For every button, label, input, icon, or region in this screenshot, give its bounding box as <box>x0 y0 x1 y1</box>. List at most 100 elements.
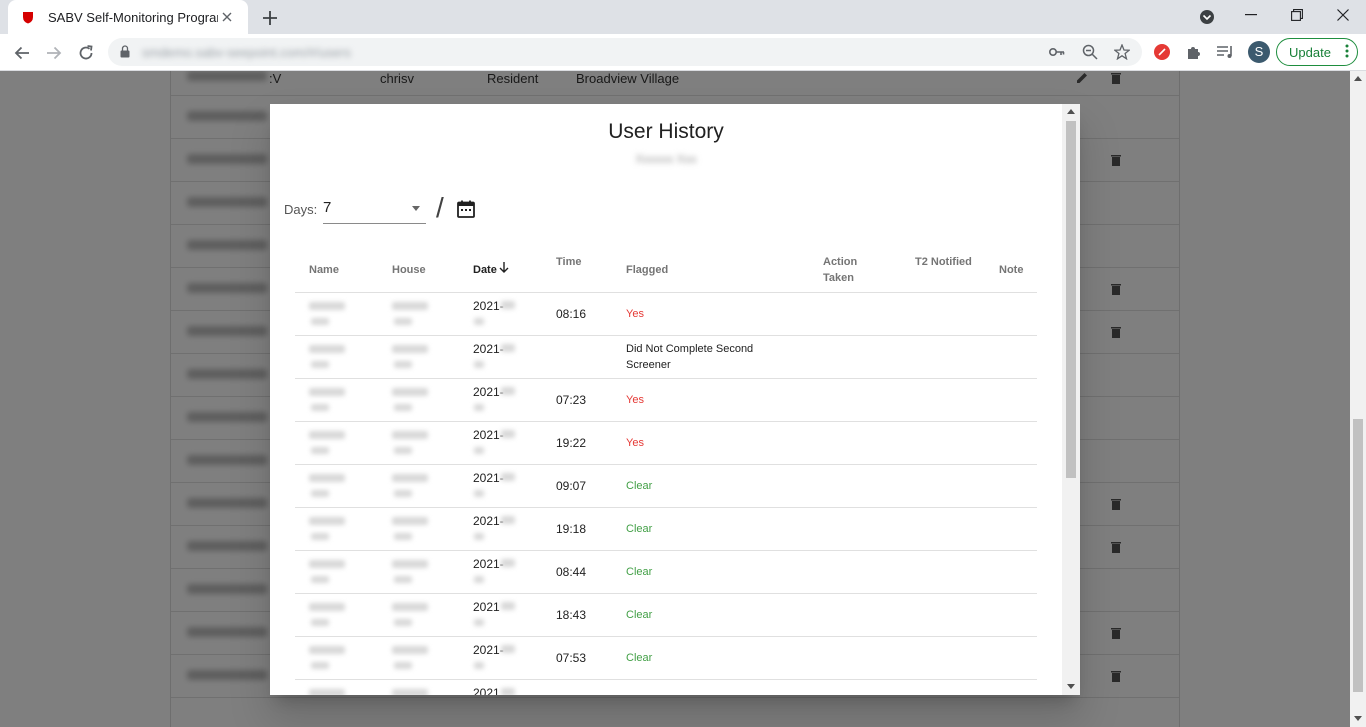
zoom-out-icon[interactable] <box>1081 43 1099 61</box>
row-date: 2021- <box>473 385 504 399</box>
browser-toolbar: smdemo.sabv-seepoint.com/#/users S Updat… <box>0 34 1366 71</box>
blurred-date <box>501 516 515 524</box>
extension-red-icon[interactable] <box>1151 41 1173 63</box>
dialog-title: User History <box>608 120 724 143</box>
days-select[interactable]: 7 <box>323 194 426 224</box>
page-scrollbar[interactable] <box>1350 71 1366 727</box>
blurred-house <box>392 431 428 439</box>
blurred-house <box>394 662 412 669</box>
column-header-note[interactable]: Note <box>999 262 1023 278</box>
blurred-date <box>501 559 515 567</box>
row-time: 07:53 <box>556 651 587 665</box>
blurred-house <box>392 517 428 525</box>
lock-icon[interactable] <box>120 45 130 63</box>
blurred-date <box>474 662 484 669</box>
column-header-t2-notified[interactable]: T2 Notified <box>915 254 975 270</box>
blurred-date <box>501 387 515 395</box>
sort-arrow-down-icon[interactable] <box>499 262 509 278</box>
scroll-down-icon[interactable] <box>1354 716 1362 721</box>
minimize-icon[interactable] <box>1228 0 1274 30</box>
blurred-date <box>501 430 515 438</box>
scroll-up-icon[interactable] <box>1067 109 1075 114</box>
bookmark-star-icon[interactable] <box>1113 43 1131 61</box>
row-flagged-status: Yes <box>626 394 644 406</box>
row-time: 08:16 <box>556 307 587 321</box>
blurred-house <box>394 361 412 368</box>
page-scroll-thumb[interactable] <box>1353 419 1363 692</box>
blurred-date <box>474 619 484 626</box>
row-date: 2021- <box>473 299 504 313</box>
back-icon[interactable] <box>9 40 35 66</box>
blurred-name <box>311 490 329 497</box>
blurred-name <box>309 689 345 695</box>
tab-close-icon[interactable] <box>218 9 236 25</box>
profile-avatar[interactable]: S <box>1248 41 1270 63</box>
extensions-puzzle-icon[interactable] <box>1183 41 1205 63</box>
more-vertical-icon[interactable] <box>1345 44 1349 61</box>
blurred-date <box>501 473 515 481</box>
restore-icon[interactable] <box>1274 0 1320 30</box>
row-time: 09:07 <box>556 479 587 493</box>
forward-icon[interactable] <box>41 40 67 66</box>
row-time: 19:18 <box>556 522 587 536</box>
reload-icon[interactable] <box>73 40 99 66</box>
row-date: 2021- <box>473 643 504 657</box>
row-flagged-status: Did Not Complete Second Screener <box>626 343 754 371</box>
blurred-name <box>309 388 345 396</box>
window-close-icon[interactable] <box>1320 0 1366 30</box>
blurred-name <box>311 576 329 583</box>
blurred-date <box>474 404 484 411</box>
row-flagged-status: Yes <box>626 308 644 320</box>
table-row: 2021- 08:44 Clear <box>295 551 1037 594</box>
update-button[interactable]: Update <box>1276 38 1358 66</box>
column-header-time[interactable]: Time <box>556 254 581 270</box>
blurred-house <box>394 490 412 497</box>
row-date: 2021- <box>473 428 504 442</box>
blurred-house <box>392 560 428 568</box>
row-date: 2021- <box>473 514 504 528</box>
row-time: 19:22 <box>556 436 587 450</box>
dropdown-arrow-icon <box>412 206 420 211</box>
table-row: 2021- 07:23 Yes <box>295 379 1037 422</box>
browser-tab[interactable]: SABV Self-Monitoring Program <box>8 0 248 34</box>
blurred-house <box>394 447 412 454</box>
blurred-name <box>311 447 329 454</box>
blurred-name <box>311 404 329 411</box>
column-header-date[interactable]: Date <box>473 262 509 278</box>
row-date: 2021 <box>473 686 500 695</box>
row-date: 2021- <box>473 342 504 356</box>
row-flagged-status: Clear <box>626 566 653 578</box>
tab-search-icon[interactable] <box>1197 7 1217 27</box>
dialog-subtitle: Xxxxxx Xxx <box>635 152 697 166</box>
row-flagged-status: Clear <box>626 652 653 664</box>
blurred-house <box>394 318 412 325</box>
address-bar[interactable]: smdemo.sabv-seepoint.com/#/users <box>108 38 1142 66</box>
blurred-name <box>309 517 345 525</box>
row-flagged-status: Clear <box>626 480 653 492</box>
scroll-down-icon[interactable] <box>1067 684 1075 689</box>
row-time: 07:23 <box>556 393 587 407</box>
blurred-house <box>392 474 428 482</box>
row-date: 2021- <box>473 471 504 485</box>
row-flagged-status: Clear <box>626 523 653 535</box>
scroll-up-icon[interactable] <box>1354 76 1362 81</box>
calendar-icon[interactable] <box>456 199 476 219</box>
blurred-name <box>309 474 345 482</box>
blurred-name <box>311 619 329 626</box>
blurred-date <box>501 645 515 653</box>
blurred-date <box>474 447 484 454</box>
column-header-flagged[interactable]: Flagged <box>626 262 668 278</box>
days-label: Days: <box>284 202 318 217</box>
column-header-name[interactable]: Name <box>309 262 339 278</box>
media-queue-icon[interactable] <box>1215 41 1237 63</box>
dialog-scrollbar[interactable] <box>1062 104 1080 695</box>
blurred-name <box>309 431 345 439</box>
column-header-action-taken[interactable]: Action Taken <box>823 254 883 286</box>
new-tab-button[interactable] <box>258 6 282 30</box>
blurred-date <box>474 533 484 540</box>
key-icon[interactable] <box>1048 43 1066 61</box>
separator-slash: / <box>436 192 444 223</box>
dialog-scroll-thumb[interactable] <box>1066 121 1076 478</box>
column-header-house[interactable]: House <box>392 262 426 278</box>
table-row: 2021 <box>295 680 1037 695</box>
